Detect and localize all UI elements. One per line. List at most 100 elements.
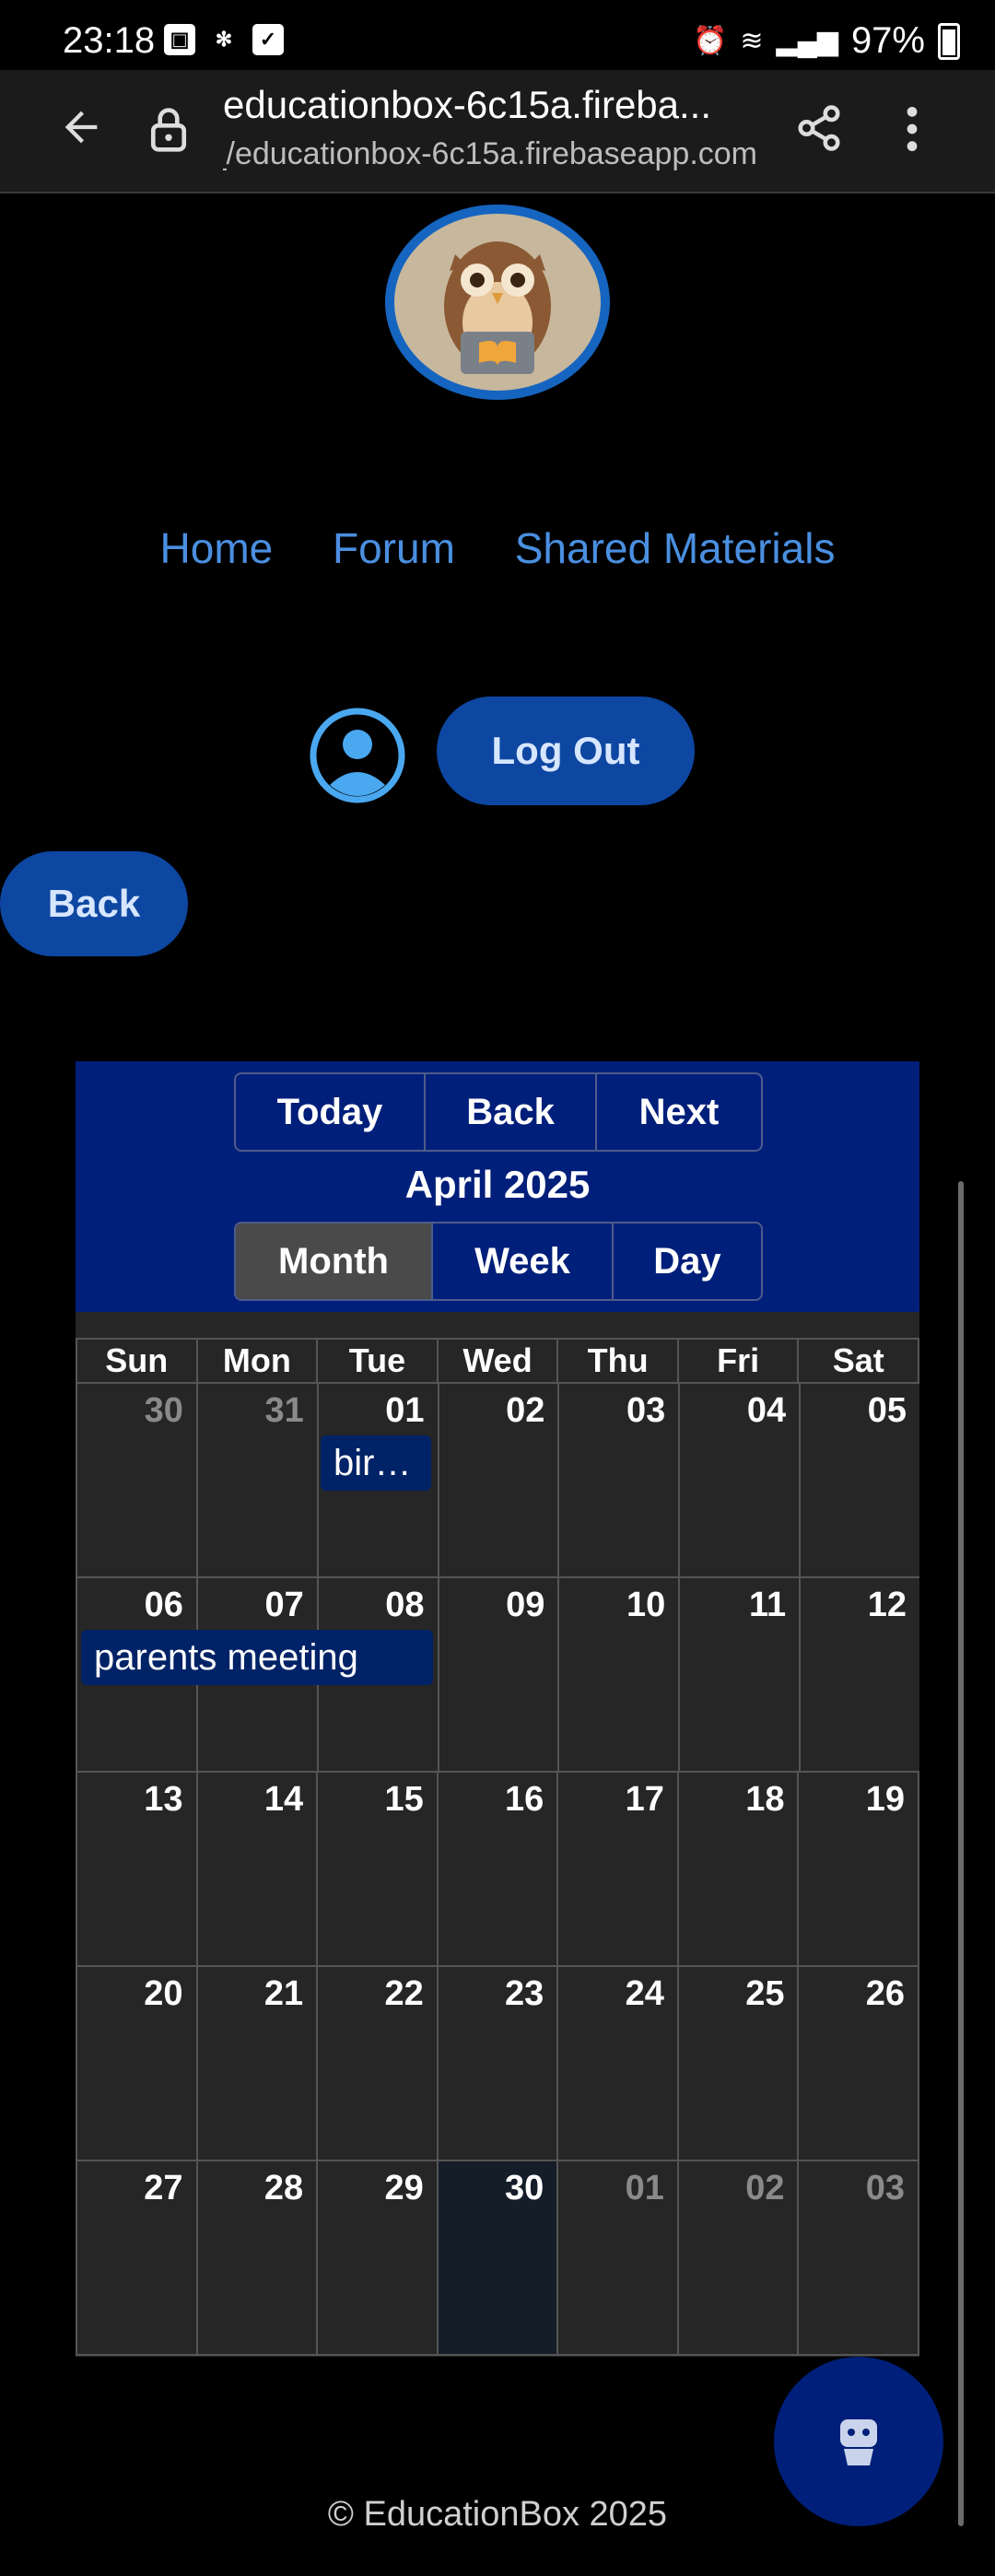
- week-row: 30 31 01 02 03 04 05 bir…: [76, 1384, 919, 1578]
- day-number[interactable]: 31: [264, 1391, 303, 1431]
- day-number[interactable]: 15: [384, 1780, 423, 1820]
- prev-button[interactable]: Back: [426, 1074, 597, 1150]
- week-view-button[interactable]: Week: [433, 1224, 614, 1299]
- calendar-toolbar: Today Back Next April 2025 Month Week Da…: [76, 1061, 919, 1312]
- day-cell[interactable]: 05: [799, 1384, 919, 1576]
- main-nav: Home Forum Shared Materials: [0, 523, 995, 573]
- day-cell[interactable]: 03: [797, 2161, 920, 2354]
- day-cell[interactable]: 23: [436, 1967, 557, 2160]
- day-number[interactable]: 13: [144, 1780, 182, 1820]
- next-button[interactable]: Next: [597, 1074, 761, 1150]
- checkbox-icon: ✓: [252, 24, 284, 55]
- day-number[interactable]: 12: [868, 1586, 907, 1625]
- day-cell[interactable]: 04: [678, 1384, 799, 1576]
- day-number[interactable]: 29: [384, 2169, 423, 2208]
- day-number[interactable]: 20: [144, 1974, 182, 2014]
- nav-shared-materials-link[interactable]: Shared Materials: [515, 524, 836, 572]
- day-number[interactable]: 07: [264, 1586, 303, 1625]
- day-cell[interactable]: 24: [556, 1967, 677, 2160]
- day-number[interactable]: 30: [505, 2169, 544, 2208]
- back-button[interactable]: Back: [0, 851, 188, 956]
- day-number[interactable]: 09: [506, 1586, 544, 1625]
- day-number[interactable]: 16: [505, 1780, 544, 1820]
- day-cell[interactable]: 19: [797, 1773, 920, 1965]
- calendar-event[interactable]: bir…: [321, 1435, 431, 1491]
- day-cell[interactable]: 16: [436, 1773, 557, 1965]
- day-number[interactable]: 06: [145, 1586, 183, 1625]
- day-number[interactable]: 14: [264, 1780, 303, 1820]
- day-number[interactable]: 03: [626, 1391, 665, 1431]
- day-cell[interactable]: 22: [316, 1967, 437, 2160]
- more-options-icon[interactable]: [894, 103, 931, 155]
- day-number[interactable]: 02: [506, 1391, 544, 1431]
- day-cell[interactable]: 14: [195, 1773, 317, 1965]
- day-cell[interactable]: 25: [676, 1967, 798, 2160]
- week-row: 20 21 22 23 24 25 26: [76, 1967, 920, 2161]
- weekday-label: Wed: [436, 1340, 557, 1382]
- day-number[interactable]: 08: [385, 1586, 424, 1625]
- weekday-label: Sun: [76, 1340, 196, 1382]
- day-number[interactable]: 30: [145, 1391, 183, 1431]
- day-number[interactable]: 10: [626, 1586, 665, 1625]
- day-cell[interactable]: 13: [76, 1773, 196, 1965]
- back-arrow-icon[interactable]: [57, 103, 105, 151]
- day-number[interactable]: 28: [264, 2169, 303, 2208]
- nav-home-link[interactable]: Home: [160, 524, 274, 572]
- day-cell[interactable]: 29: [316, 2161, 437, 2354]
- day-cell[interactable]: 31: [195, 1384, 317, 1576]
- day-number[interactable]: 18: [745, 1780, 784, 1820]
- wifi-icon: ≋: [740, 26, 764, 56]
- day-cell[interactable]: 11: [678, 1578, 799, 1771]
- day-number[interactable]: 25: [745, 1974, 784, 2014]
- day-cell[interactable]: 09: [437, 1578, 558, 1771]
- day-cell[interactable]: 12: [799, 1578, 919, 1771]
- day-cell[interactable]: 10: [557, 1578, 678, 1771]
- day-cell[interactable]: 02: [676, 2161, 798, 2354]
- day-cell[interactable]: 28: [195, 2161, 317, 2354]
- url-text[interactable]: educationbox-6c15a.firebaseapp.com/_: [223, 136, 757, 172]
- day-cell[interactable]: 01: [556, 2161, 677, 2354]
- day-cell[interactable]: 20: [76, 1967, 196, 2160]
- day-cell[interactable]: 21: [195, 1967, 317, 2160]
- day-number[interactable]: 01: [385, 1391, 424, 1431]
- calendar-event[interactable]: parents meeting: [81, 1630, 433, 1685]
- nav-forum-link[interactable]: Forum: [333, 524, 455, 572]
- day-cell[interactable]: 27: [76, 2161, 196, 2354]
- month-view-button[interactable]: Month: [236, 1224, 433, 1299]
- status-bar: 23:18 ▣ ✻ ✓ ⏰ ≋ ▂▄▆ 97%: [0, 0, 995, 70]
- day-cell[interactable]: 03: [557, 1384, 678, 1576]
- day-cell[interactable]: 30: [76, 1384, 196, 1576]
- day-cell-today[interactable]: 30: [436, 2161, 557, 2354]
- day-cell[interactable]: 02: [437, 1384, 558, 1576]
- day-number[interactable]: 21: [264, 1974, 303, 2014]
- day-number[interactable]: 01: [626, 2169, 664, 2208]
- day-number[interactable]: 04: [747, 1391, 786, 1431]
- share-icon[interactable]: [794, 103, 844, 153]
- day-number[interactable]: 02: [745, 2169, 784, 2208]
- scrollbar[interactable]: [958, 1181, 964, 2526]
- weekday-label: Tue: [316, 1340, 437, 1382]
- day-number[interactable]: 19: [866, 1780, 905, 1820]
- app-icon: ✻: [215, 28, 233, 51]
- day-number[interactable]: 27: [144, 2169, 182, 2208]
- day-cell[interactable]: 18: [676, 1773, 798, 1965]
- lock-icon[interactable]: [147, 105, 190, 153]
- day-cell[interactable]: 17: [556, 1773, 677, 1965]
- day-number[interactable]: 03: [866, 2169, 905, 2208]
- logout-button[interactable]: Log Out: [437, 697, 695, 805]
- page-title[interactable]: educationbox-6c15a.fireba...: [223, 83, 776, 127]
- user-avatar-icon[interactable]: [310, 708, 405, 803]
- owl-logo[interactable]: [385, 205, 610, 400]
- day-number[interactable]: 23: [505, 1974, 544, 2014]
- day-number[interactable]: 24: [626, 1974, 664, 2014]
- day-cell[interactable]: 26: [797, 1967, 920, 2160]
- day-cell[interactable]: 15: [316, 1773, 437, 1965]
- day-number[interactable]: 05: [868, 1391, 907, 1431]
- calendar-title: April 2025: [404, 1163, 591, 1206]
- day-number[interactable]: 22: [384, 1974, 423, 2014]
- day-number[interactable]: 11: [749, 1586, 786, 1625]
- day-number[interactable]: 26: [866, 1974, 905, 2014]
- day-number[interactable]: 17: [626, 1780, 664, 1820]
- today-button[interactable]: Today: [236, 1074, 426, 1150]
- day-view-button[interactable]: Day: [614, 1224, 761, 1299]
